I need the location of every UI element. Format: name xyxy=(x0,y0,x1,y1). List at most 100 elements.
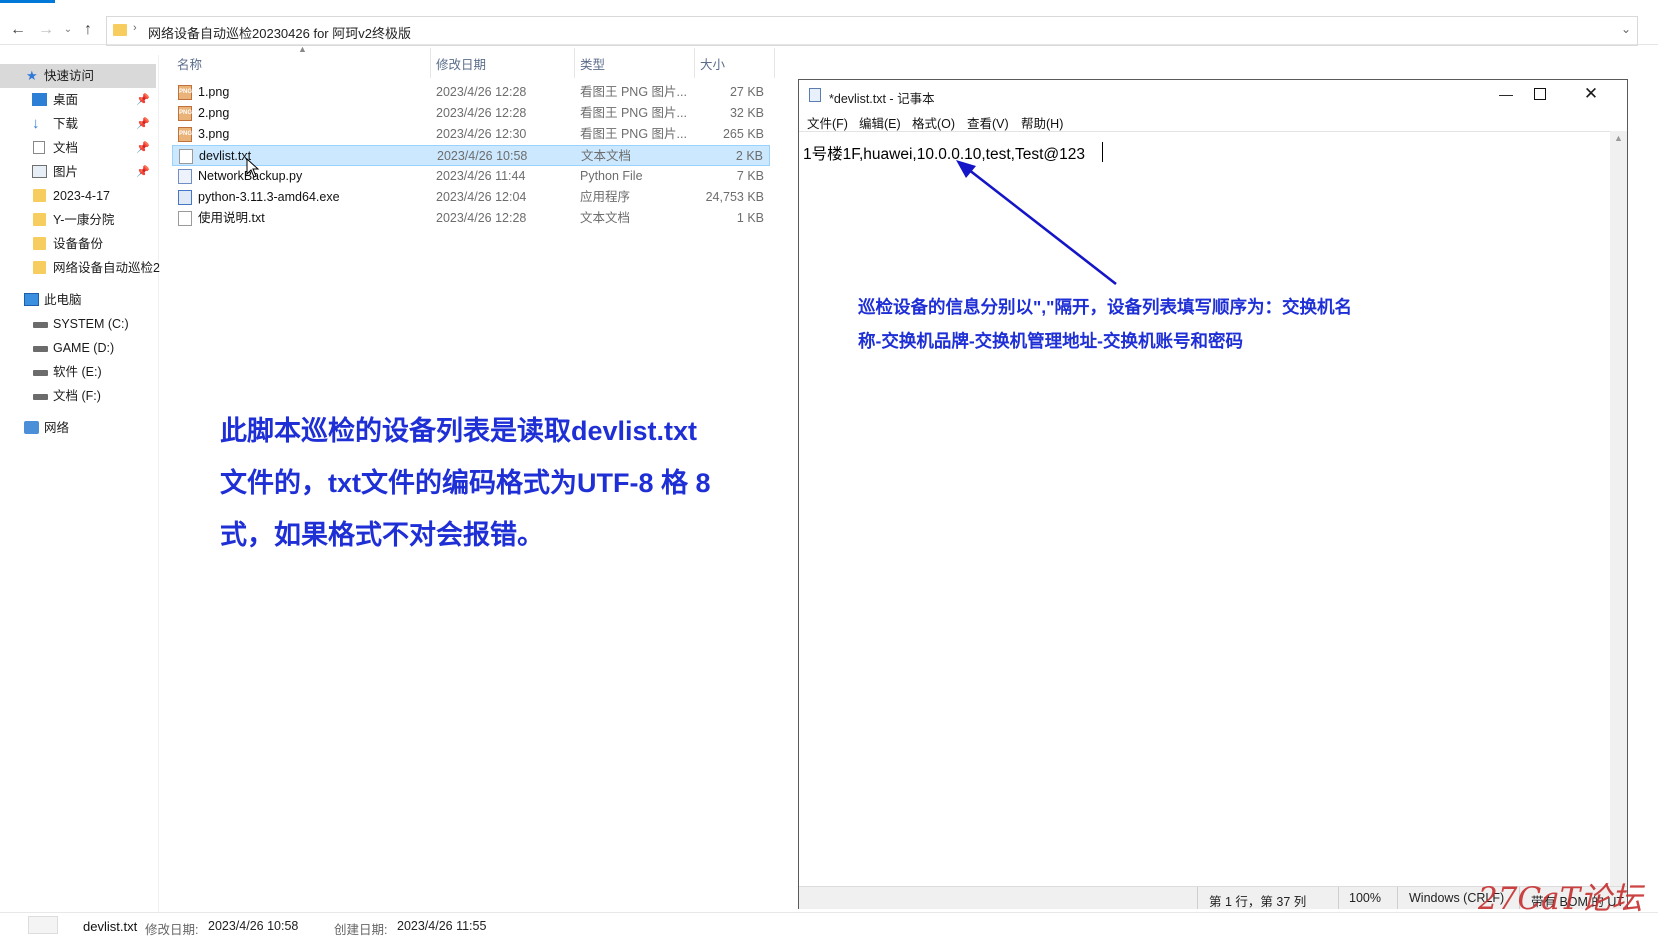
details-pane: devlist.txt 修改日期: 2023/4/26 10:58 创建日期: … xyxy=(0,912,1658,937)
nav-quick-access[interactable]: ★ 快速访问 xyxy=(0,64,156,88)
address-dropdown-icon[interactable]: ⌄ xyxy=(1621,22,1631,36)
folder-icon xyxy=(33,189,46,202)
file-date: 2023/4/26 12:04 xyxy=(436,190,527,204)
file-name: 3.png xyxy=(198,127,230,141)
pin-icon: 📌 xyxy=(136,166,150,178)
column-header-name[interactable]: 名称 xyxy=(177,54,202,72)
pin-icon: 📌 xyxy=(136,142,150,154)
png-image-icon: PNG xyxy=(178,127,192,142)
drive-icon xyxy=(33,394,48,400)
file-row-selected[interactable]: devlist.txt 2023/4/26 10:58 文本文档 2 KB xyxy=(172,145,770,166)
address-path: 网络设备自动巡检20230426 for 阿珂v2终极版 xyxy=(148,26,411,41)
details-created-date: 2023/4/26 11:55 xyxy=(397,919,487,933)
notepad-text-area[interactable]: 1号楼1F,huawei,10.0.0.10,test,Test@123 xyxy=(799,131,1610,887)
nav-item-folder[interactable]: Y-一康分院 xyxy=(0,208,156,232)
text-file-icon xyxy=(179,149,193,164)
file-type: 看图王 PNG 图片... xyxy=(580,127,687,141)
file-size: 7 KB xyxy=(736,169,764,183)
close-icon[interactable]: ✕ xyxy=(1574,82,1608,106)
breadcrumb-chevron-icon: › xyxy=(133,22,137,34)
file-name: 使用说明.txt xyxy=(198,211,265,225)
file-name: 1.png xyxy=(198,85,230,99)
nav-label: 2023-4-17 xyxy=(53,189,110,203)
png-image-icon: PNG xyxy=(178,85,192,100)
file-row[interactable]: PNG 1.png 2023/4/26 12:28 看图王 PNG 图片... … xyxy=(172,82,770,103)
annotation-line: 文件的，txt文件的编码格式为UTF-8 格 8 xyxy=(220,468,711,498)
column-header-type[interactable]: 类型 xyxy=(580,54,605,72)
nav-label: 文档 xyxy=(53,141,79,155)
notepad-app-icon xyxy=(809,88,821,102)
notepad-menubar: 文件(F) 编辑(E) 格式(O) 查看(V) 帮助(H) xyxy=(799,111,1627,131)
file-type: 看图王 PNG 图片... xyxy=(580,106,687,120)
file-type: 文本文档 xyxy=(580,211,631,225)
vertical-scrollbar[interactable]: ▲ xyxy=(1610,131,1627,886)
pin-icon: 📌 xyxy=(136,94,150,106)
column-header-size[interactable]: 大小 xyxy=(700,54,725,72)
nav-network[interactable]: 网络 xyxy=(0,416,156,440)
annotation-line: 称-交换机品牌-交换机管理地址-交换机账号和密码 xyxy=(858,331,1243,351)
nav-label: 软件 (E:) xyxy=(53,365,102,379)
nav-item-downloads[interactable]: ↓ 下载 📌 xyxy=(0,112,156,136)
nav-item-pictures[interactable]: 图片 📌 xyxy=(0,160,156,184)
folder-icon xyxy=(33,213,46,226)
folder-icon xyxy=(33,237,46,250)
menu-format[interactable]: 格式(O) xyxy=(912,113,955,132)
nav-item-folder[interactable]: 2023-4-17 xyxy=(0,184,156,208)
file-date: 2023/4/26 12:30 xyxy=(436,127,527,141)
file-size: 27 KB xyxy=(729,85,764,99)
python-file-icon xyxy=(178,169,192,184)
menu-view[interactable]: 查看(V) xyxy=(967,113,1009,132)
recent-locations-chevron-icon[interactable]: ⌄ xyxy=(58,20,78,40)
file-row[interactable]: 使用说明.txt 2023/4/26 12:28 文本文档 1 KB xyxy=(172,208,770,229)
details-modified-label: 修改日期: xyxy=(145,923,199,937)
nav-item-folder[interactable]: 设备备份 xyxy=(0,232,156,256)
file-size: 24,753 KB xyxy=(705,190,764,204)
window-accent-strip xyxy=(0,0,55,3)
annotation-line: 此脚本巡检的设备列表是读取devlist.txt xyxy=(220,416,698,446)
nav-drive-c[interactable]: SYSTEM (C:) xyxy=(0,312,156,336)
column-divider[interactable] xyxy=(694,48,695,78)
notepad-titlebar[interactable]: *devlist.txt - 记事本 — ✕ xyxy=(799,80,1627,110)
file-size: 265 KB xyxy=(722,127,764,141)
nav-item-desktop[interactable]: 桌面 📌 xyxy=(0,88,156,112)
back-arrow-icon[interactable]: ← xyxy=(8,20,28,40)
file-date: 2023/4/26 12:28 xyxy=(436,106,527,120)
file-row[interactable]: NetworkBackup.py 2023/4/26 11:44 Python … xyxy=(172,166,770,187)
menu-help[interactable]: 帮助(H) xyxy=(1021,113,1063,132)
up-arrow-icon[interactable]: ↑ xyxy=(78,20,98,40)
file-type: 看图王 PNG 图片... xyxy=(580,85,687,99)
file-row[interactable]: PNG 2.png 2023/4/26 12:28 看图王 PNG 图片... … xyxy=(172,103,770,124)
column-header-date[interactable]: 修改日期 xyxy=(436,54,486,72)
pictures-icon xyxy=(32,165,47,178)
file-date: 2023/4/26 11:44 xyxy=(436,169,526,183)
file-row[interactable]: PNG 3.png 2023/4/26 12:30 看图王 PNG 图片... … xyxy=(172,124,770,145)
folder-icon xyxy=(113,24,127,36)
column-divider[interactable] xyxy=(430,48,431,78)
file-row[interactable]: python-3.11.3-amd64.exe 2023/4/26 12:04 … xyxy=(172,187,770,208)
menu-file[interactable]: 文件(F) xyxy=(807,113,848,132)
desktop-icon xyxy=(32,93,47,106)
folder-icon xyxy=(33,261,46,274)
nav-drive-d[interactable]: GAME (D:) xyxy=(0,336,156,360)
maximize-icon[interactable] xyxy=(1534,88,1546,100)
nav-label: 桌面 xyxy=(53,93,79,107)
nav-drive-f[interactable]: 文档 (F:) xyxy=(0,384,156,408)
nav-this-pc[interactable]: 此电脑 xyxy=(0,288,156,312)
nav-item-documents[interactable]: 文档 📌 xyxy=(0,136,156,160)
computer-icon xyxy=(24,293,39,306)
nav-drive-e[interactable]: 软件 (E:) xyxy=(0,360,156,384)
nav-item-folder[interactable]: 网络设备自动巡检2 xyxy=(0,256,160,280)
nav-label: 图片 xyxy=(53,165,79,179)
status-divider xyxy=(1338,887,1339,909)
navigation-pane: ★ 快速访问 桌面 📌 ↓ 下载 📌 文档 📌 图片 📌 2023-4-17 Y… xyxy=(0,55,160,915)
menu-edit[interactable]: 编辑(E) xyxy=(859,113,901,132)
minimize-icon[interactable]: — xyxy=(1489,82,1523,106)
drive-icon xyxy=(33,370,48,376)
forward-arrow-icon[interactable]: → xyxy=(36,20,56,40)
scroll-up-icon[interactable]: ▲ xyxy=(1614,133,1623,143)
file-type: 应用程序 xyxy=(580,190,631,204)
column-divider[interactable] xyxy=(574,48,575,78)
column-divider[interactable] xyxy=(774,48,775,78)
annotation-arrow xyxy=(956,160,1117,286)
drive-icon xyxy=(33,322,48,328)
